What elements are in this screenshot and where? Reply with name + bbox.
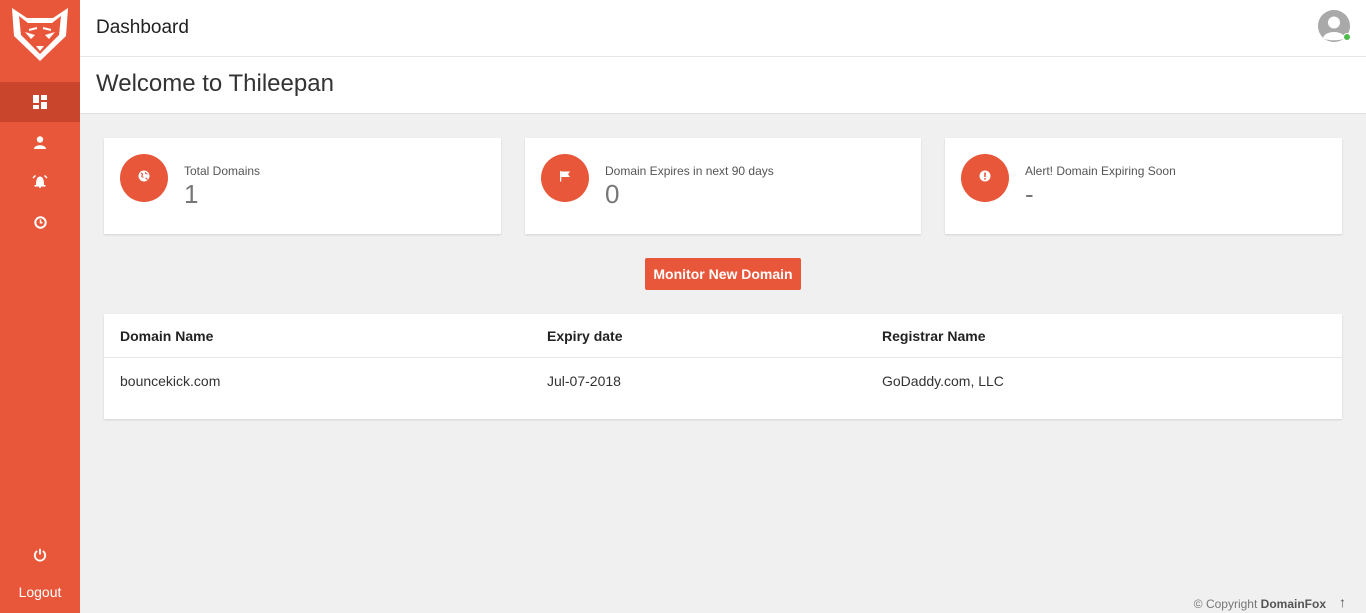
domains-table: Domain Name Expiry date Registrar Name b…: [104, 314, 1342, 419]
stat-value: 0: [605, 179, 620, 209]
alert-icon: [979, 169, 991, 187]
column-header-expiry-date[interactable]: Expiry date: [547, 328, 622, 344]
cell-expiry-date: Jul-07-2018: [547, 373, 621, 389]
copyright-text: © Copyright: [1193, 597, 1258, 611]
table-header-divider: [104, 357, 1342, 358]
stat-icon-circle: [120, 154, 168, 202]
cell-domain-name: bouncekick.com: [120, 373, 221, 389]
stat-card-expiring-alert: Alert! Domain Expiring Soon -: [945, 138, 1342, 234]
monitor-new-domain-button[interactable]: Monitor New Domain: [645, 258, 801, 290]
fox-logo-icon[interactable]: [9, 4, 71, 64]
welcome-heading: Welcome to Thileepan: [96, 70, 334, 97]
stat-label: Domain Expires in next 90 days: [605, 164, 774, 178]
clock-icon: [33, 215, 47, 229]
stat-label: Total Domains: [184, 164, 261, 178]
power-icon: [33, 548, 47, 567]
online-status-dot: [1343, 33, 1351, 41]
stat-card-total-domains: Total Domains 1: [104, 138, 501, 234]
power-button[interactable]: [0, 544, 80, 570]
stat-card-expiring-90-days: Domain Expires in next 90 days 0: [525, 138, 921, 234]
page-title: Dashboard: [96, 17, 189, 38]
sidebar-item-dashboard[interactable]: [0, 82, 80, 122]
copyright-brand: DomainFox: [1260, 597, 1326, 611]
stat-value: -: [1025, 179, 1034, 209]
cell-registrar-name: GoDaddy.com, LLC: [882, 373, 1004, 389]
copyright-footer: © Copyright DomainFox: [1194, 597, 1326, 611]
welcome-bar: Welcome to Thileepan: [80, 57, 1366, 114]
top-bar: Dashboard: [80, 0, 1366, 57]
sidebar-item-profile[interactable]: [0, 122, 80, 162]
logout-link[interactable]: Logout: [0, 584, 80, 600]
stat-icon-circle: [961, 154, 1009, 202]
sidebar-item-alarms[interactable]: [0, 161, 80, 201]
scroll-top-icon[interactable]: ↑: [1339, 594, 1346, 610]
dashboard-icon: [33, 95, 47, 109]
alarm-icon: [32, 174, 48, 188]
column-header-domain-name[interactable]: Domain Name: [120, 328, 213, 344]
stat-label: Alert! Domain Expiring Soon: [1025, 164, 1176, 178]
sidebar: Logout: [0, 0, 80, 613]
stat-value: 1: [184, 179, 199, 209]
sidebar-item-history[interactable]: [0, 202, 80, 242]
user-icon: [34, 135, 46, 149]
stat-icon-circle: [541, 154, 589, 202]
globe-icon: [138, 169, 150, 187]
flag-icon: [559, 169, 571, 187]
column-header-registrar-name[interactable]: Registrar Name: [882, 328, 986, 344]
